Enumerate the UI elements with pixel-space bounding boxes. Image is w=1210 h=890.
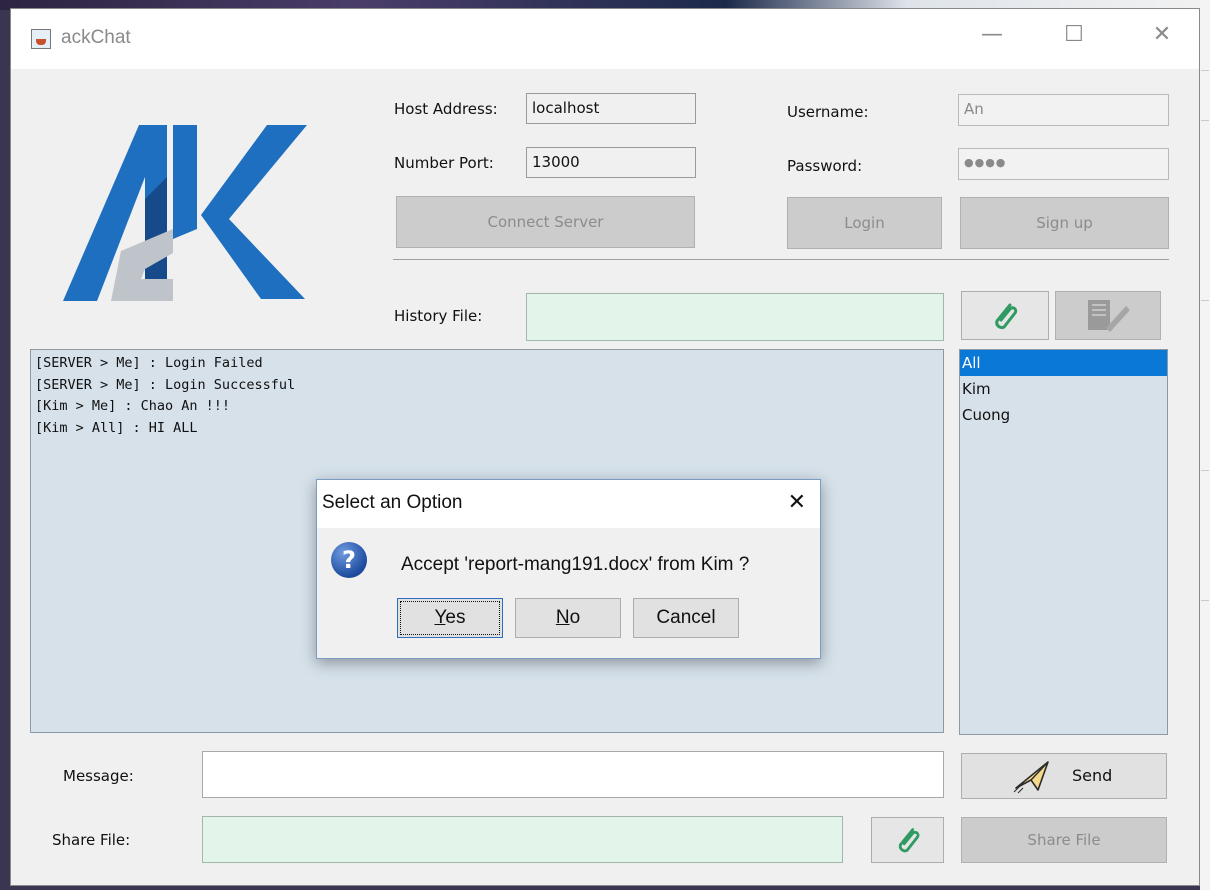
paper-plane-icon <box>1013 761 1049 794</box>
question-icon: ? <box>331 542 367 578</box>
title-bar[interactable]: ackChat — ☐ ✕ <box>11 9 1199 69</box>
no-label-rest: o <box>569 607 581 628</box>
chat-line: [SERVER > Me] : Login Failed <box>35 355 263 371</box>
number-port-input[interactable]: 13000 <box>526 147 696 178</box>
password-input[interactable]: ●●●● <box>958 148 1169 180</box>
user-list[interactable]: All Kim Cuong <box>959 349 1168 735</box>
user-item-cuong[interactable]: Cuong <box>960 402 1167 428</box>
chat-line: [Kim > All] : HI ALL <box>35 419 198 436</box>
number-port-label: Number Port: <box>394 154 494 172</box>
share-file-label: Share File: <box>52 831 131 849</box>
connect-server-button[interactable]: Connect Server <box>396 196 695 248</box>
chat-line: [Kim > Me] : Chao An !!! <box>35 398 231 414</box>
dialog-message: Accept 'report-mang191.docx' from Kim ? <box>401 554 750 575</box>
history-file-label: History File: <box>394 307 483 325</box>
history-edit-button[interactable] <box>1055 291 1161 340</box>
share-attach-button[interactable] <box>871 817 944 863</box>
separator <box>393 259 1169 260</box>
document-edit-icon <box>1088 300 1130 332</box>
background-window-edge <box>1200 0 1210 890</box>
window-title: ackChat <box>61 27 131 48</box>
yes-button[interactable]: Yes <box>397 598 503 638</box>
username-input[interactable]: An <box>958 94 1169 126</box>
paperclip-icon <box>995 303 1018 329</box>
user-item-kim[interactable]: Kim <box>960 376 1167 402</box>
minimize-button[interactable]: — <box>969 15 1015 55</box>
history-file-input[interactable] <box>526 293 944 341</box>
user-item-all[interactable]: All <box>960 350 1167 376</box>
main-panel: Host Address: localhost Number Port: 130… <box>11 69 1199 885</box>
yes-label-rest: es <box>445 607 466 628</box>
message-input[interactable] <box>202 751 944 798</box>
username-label: Username: <box>787 103 869 121</box>
send-button-label: Send <box>1072 766 1113 785</box>
chat-line: [SERVER > Me] : Login Successful <box>35 376 296 393</box>
dialog-title-bar[interactable]: Select an Option ✕ <box>317 480 820 528</box>
no-mnemonic: N <box>555 607 570 628</box>
password-label: Password: <box>787 157 863 175</box>
sign-up-button[interactable]: Sign up <box>960 197 1169 249</box>
share-file-button[interactable]: Share File <box>961 817 1167 863</box>
host-address-label: Host Address: <box>394 100 498 118</box>
paperclip-icon <box>898 828 919 853</box>
dialog-close-button[interactable]: ✕ <box>788 490 806 515</box>
dialog-title: Select an Option <box>322 492 463 513</box>
close-button[interactable]: ✕ <box>1139 15 1185 55</box>
cancel-button[interactable]: Cancel <box>633 598 739 638</box>
yes-mnemonic: Y <box>434 607 446 628</box>
send-button[interactable]: Send <box>961 753 1167 799</box>
login-button[interactable]: Login <box>787 197 942 249</box>
app-window: ackChat — ☐ ✕ Host Address: localhost Nu… <box>10 8 1200 886</box>
java-app-icon <box>31 29 51 49</box>
share-file-input[interactable] <box>202 816 843 863</box>
ak-logo <box>63 125 307 301</box>
host-address-input[interactable]: localhost <box>526 93 696 124</box>
maximize-button[interactable]: ☐ <box>1051 15 1097 55</box>
no-button[interactable]: No <box>515 598 621 638</box>
message-label: Message: <box>63 767 134 785</box>
accept-file-dialog: Select an Option ✕ ? Accept 'report-mang… <box>316 479 821 659</box>
history-attach-button[interactable] <box>961 291 1049 340</box>
